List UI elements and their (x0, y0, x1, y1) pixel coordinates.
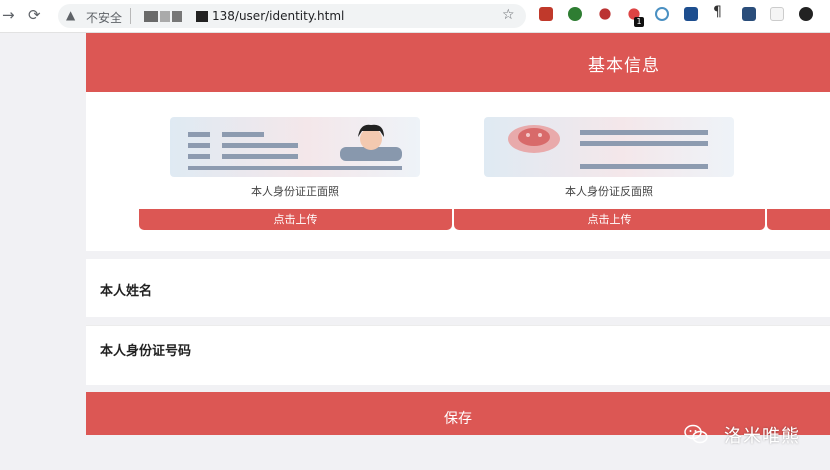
page-header: 基本信息 (86, 33, 830, 92)
upload-front-button[interactable]: 点击上传 (139, 209, 452, 230)
reload-icon[interactable]: ⟳ (28, 6, 41, 24)
warning-icon[interactable]: ▲ (66, 8, 75, 22)
address-bar[interactable]: ▲ 不安全 138/user/identity.html ☆ (58, 4, 526, 28)
upload-extra-button[interactable] (767, 209, 830, 230)
browser-toolbar: → ⟳ ▲ 不安全 138/user/identity.html ☆ 1 ¶ (0, 0, 830, 33)
save-extension-icon[interactable] (684, 7, 698, 21)
redaction-block (196, 11, 208, 22)
chart-extension-icon[interactable] (742, 7, 756, 21)
grid-extension-icon[interactable] (770, 7, 784, 21)
id-front-icon (188, 124, 402, 170)
wechat-icon (684, 424, 708, 444)
name-label: 本人姓名 (100, 284, 153, 299)
acrobat-extension-icon[interactable] (539, 7, 553, 21)
incognito-extension-icon[interactable] (799, 7, 813, 21)
security-label[interactable]: 不安全 (86, 9, 122, 26)
circle-extension-icon[interactable] (568, 7, 582, 21)
redaction-block (160, 11, 170, 22)
network-extension-icon[interactable] (655, 7, 669, 21)
page-title: 基本信息 (588, 56, 660, 76)
watermark-text: 洛米唯熊 (724, 426, 800, 447)
extension-badge: 1 (634, 17, 644, 27)
identity-page: 基本信息 本人身份证正面照 本人身份证反面照 点击上传 点击上传 本人姓名 本人… (86, 33, 830, 470)
pilcrow-extension-icon[interactable]: ¶ (713, 4, 727, 20)
upload-back-button[interactable]: 点击上传 (454, 209, 765, 230)
id-card-front-illustration[interactable] (170, 117, 420, 177)
id-card-upload-panel: 本人身份证正面照 本人身份证反面照 点击上传 点击上传 (86, 92, 830, 251)
id-card-front-caption: 本人身份证正面照 (251, 185, 339, 198)
id-back-icon (508, 125, 708, 169)
id-number-field[interactable]: 本人身份证号码 (86, 326, 830, 385)
url-text[interactable]: 138/user/identity.html (212, 9, 344, 23)
id-card-back-illustration[interactable] (484, 117, 734, 177)
bookmark-star-icon[interactable]: ☆ (502, 7, 515, 23)
save-button[interactable]: 保存 (86, 392, 830, 435)
redaction-block (172, 11, 182, 22)
forward-icon[interactable]: → (2, 6, 15, 24)
omnibox-separator (130, 8, 131, 24)
id-number-label: 本人身份证号码 (100, 344, 192, 359)
id-card-back-caption: 本人身份证反面照 (565, 185, 653, 198)
name-field[interactable]: 本人姓名 (86, 259, 830, 317)
redaction-block (144, 11, 158, 22)
bug-extension-icon[interactable] (599, 8, 611, 20)
